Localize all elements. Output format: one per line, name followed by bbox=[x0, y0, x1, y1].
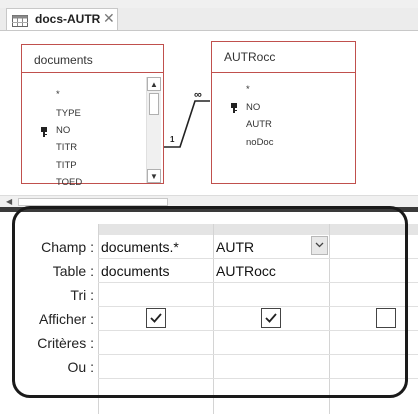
close-icon[interactable]: ✕ bbox=[103, 10, 115, 27]
chevron-down-icon[interactable] bbox=[311, 236, 328, 255]
field-item[interactable]: * bbox=[246, 84, 250, 95]
field-item[interactable]: AUTR bbox=[246, 119, 272, 130]
tab-docs-autr[interactable]: docs-AUTR ✕ bbox=[6, 8, 118, 30]
field-item[interactable]: NO bbox=[56, 125, 70, 136]
grid-divider bbox=[98, 224, 99, 414]
table-title: AUTRocc bbox=[224, 50, 276, 64]
primary-key-icon bbox=[231, 100, 237, 113]
field-item[interactable]: TYPE bbox=[56, 108, 81, 119]
relation-many-label: ∞ bbox=[194, 89, 202, 101]
primary-key-icon bbox=[41, 124, 47, 137]
grid-column-selector-row[interactable] bbox=[98, 224, 418, 235]
table-query-icon bbox=[12, 14, 28, 27]
table-autrocc[interactable]: AUTRocc * NO AUTR noDoc bbox=[211, 41, 356, 184]
scroll-down-icon[interactable]: ▼ bbox=[147, 169, 161, 183]
grid-row-divider bbox=[98, 282, 418, 283]
grid-row-divider bbox=[98, 306, 418, 307]
row-label-table: Table : bbox=[52, 263, 94, 279]
champ-cell[interactable]: AUTR bbox=[216, 239, 254, 255]
document-tab-bar: docs-AUTR ✕ bbox=[0, 8, 418, 31]
grid-row-divider bbox=[98, 378, 418, 379]
afficher-checkbox[interactable] bbox=[146, 308, 166, 328]
table-title-divider bbox=[212, 72, 355, 73]
table-title-divider bbox=[22, 72, 163, 73]
scrollbar-thumb[interactable] bbox=[149, 93, 159, 115]
grid-divider bbox=[329, 224, 330, 414]
field-item[interactable]: TOED bbox=[56, 177, 82, 188]
table-cell[interactable]: documents bbox=[101, 263, 169, 279]
field-item[interactable]: * bbox=[56, 89, 60, 100]
row-label-champ: Champ : bbox=[41, 239, 94, 255]
table-cell[interactable]: AUTRocc bbox=[216, 263, 276, 279]
query-design-upper-pane: documents * TYPE NO TITR TITP TOED ▲ ▼ 1… bbox=[0, 31, 418, 200]
grid-divider bbox=[213, 224, 214, 414]
grid-row-divider bbox=[98, 354, 418, 355]
row-label-afficher: Afficher : bbox=[39, 311, 94, 327]
grid-row-divider bbox=[98, 258, 418, 259]
relation-one-label: 1 bbox=[170, 135, 175, 144]
afficher-checkbox[interactable] bbox=[376, 308, 396, 328]
row-label-ou: Ou : bbox=[67, 359, 94, 375]
field-item[interactable]: noDoc bbox=[246, 137, 273, 148]
afficher-checkbox[interactable] bbox=[261, 308, 281, 328]
table-documents[interactable]: documents * TYPE NO TITR TITP TOED ▲ ▼ bbox=[21, 44, 164, 188]
scrollbar-thumb[interactable] bbox=[18, 198, 168, 206]
row-label-criteres: Critères : bbox=[37, 335, 94, 351]
query-design-grid: Champ : Table : Tri : Afficher : Critère… bbox=[0, 212, 418, 414]
field-item[interactable]: NO bbox=[246, 102, 260, 113]
window-title-fragment bbox=[0, 0, 418, 8]
champ-cell[interactable]: documents.* bbox=[101, 239, 179, 255]
grid-row-divider bbox=[98, 330, 418, 331]
table-title: documents bbox=[34, 53, 93, 67]
field-list-scrollbar[interactable]: ▲ ▼ bbox=[146, 77, 161, 183]
row-label-tri: Tri : bbox=[70, 287, 94, 303]
field-item[interactable]: TITR bbox=[56, 142, 77, 153]
scroll-up-icon[interactable]: ▲ bbox=[147, 77, 161, 91]
tab-label: docs-AUTR bbox=[35, 12, 101, 26]
field-item[interactable]: TITP bbox=[56, 160, 77, 171]
